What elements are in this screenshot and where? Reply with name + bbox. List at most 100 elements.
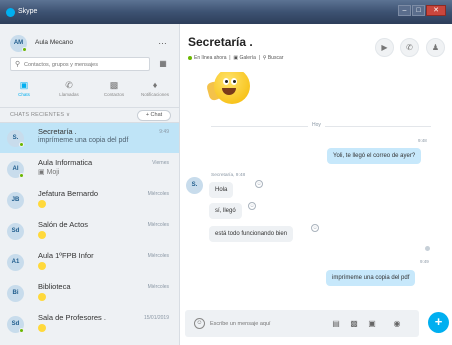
chat-preview <box>38 199 46 208</box>
list-item[interactable]: A1 Aula 1ºFPB Infor Miércoles <box>0 247 179 277</box>
tab-calls-label: Llamadas <box>59 92 79 97</box>
list-item[interactable]: AI Aula Informatica ▣ Moji Viernes <box>0 154 179 184</box>
list-item[interactable]: S. Secretaría . imprímeme una copia del … <box>0 123 179 153</box>
recent-chats-header: CHATS RECIENTES ∨ + Chat <box>0 107 179 123</box>
bell-icon: ♦ <box>152 80 158 90</box>
profile-name[interactable]: Aula Mecano <box>35 39 73 46</box>
recent-chats-filter[interactable]: CHATS RECIENTES ∨ <box>10 112 70 118</box>
maximize-button[interactable]: □ <box>412 5 425 16</box>
search-link[interactable]: Buscar <box>268 55 284 61</box>
conversation-area[interactable]: Hoy 9:48 Yoli, te llegó el correo de aye… <box>181 72 452 304</box>
new-chat-button[interactable]: + Chat <box>137 110 171 121</box>
chat-name: Secretaría . <box>38 127 77 136</box>
chat-time: Miércoles <box>147 284 169 290</box>
list-item[interactable]: Bi Biblioteca Miércoles <box>0 278 179 308</box>
chat-name: Aula Informatica <box>38 158 93 167</box>
more-options-icon[interactable]: … <box>158 36 168 46</box>
emoji-icon <box>38 231 46 239</box>
chat-preview <box>38 323 46 332</box>
chat-bubble-icon: ▣ <box>19 80 29 90</box>
tab-calls[interactable]: ✆ Llamadas <box>49 80 89 100</box>
message-bubble-incoming[interactable]: Hola <box>209 182 234 198</box>
online-status-dot <box>19 328 24 333</box>
image-icon: ▣ <box>38 169 47 176</box>
chat-time: 9:49 <box>159 129 169 135</box>
conversation-status: En línea ahora | ▣ Galería | ⚲ Buscar <box>188 55 283 61</box>
message-timestamp: 9:48 <box>418 138 427 143</box>
eye-right <box>231 78 237 85</box>
chat-preview-text: Moji <box>46 169 60 176</box>
gallery-link[interactable]: Galería <box>240 55 256 61</box>
chat-time: Miércoles <box>147 253 169 259</box>
media-icon[interactable]: ▣ <box>366 318 378 329</box>
message-timestamp: 9:49 <box>420 259 429 264</box>
emoji-icon <box>38 262 46 270</box>
tab-notifications-label: Notificaciones <box>140 92 169 97</box>
chat-time: 15/01/2019 <box>143 315 169 321</box>
message-bubble-incoming[interactable]: sí, llegó <box>209 203 242 219</box>
message-bubble-outgoing[interactable]: Yoli, te llegó el correo de ayer? <box>327 148 422 164</box>
avatar: Sd <box>7 223 24 240</box>
profile-bar[interactable]: AM Aula Mecano … <box>10 35 170 52</box>
list-item[interactable]: Sd Sala de Profesores . 15/01/2019 <box>0 309 179 339</box>
read-receipt-icon <box>425 246 430 251</box>
chat-name: Sala de Profesores . <box>38 313 106 322</box>
tab-contacts[interactable]: ▩ Contactos <box>94 80 134 100</box>
page-title[interactable]: Secretaría . <box>188 35 253 49</box>
search-input[interactable] <box>24 59 148 70</box>
title-bar: Skype – □ ✕ <box>0 0 452 24</box>
gallery-icon: ▣ <box>233 55 239 61</box>
message-composer: ☺ ▤ ▩ ▣ ◉ + <box>181 304 452 345</box>
status-text: En línea ahora <box>194 55 227 61</box>
message-bubble-incoming[interactable]: está todo funcionando bien <box>209 226 294 242</box>
composer-box[interactable]: ☺ ▤ ▩ ▣ ◉ <box>185 310 419 337</box>
add-people-button[interactable]: ♟ <box>426 38 445 57</box>
message-input[interactable] <box>210 318 320 329</box>
phone-icon: ✆ <box>65 80 73 90</box>
video-call-button[interactable]: ▶ <box>375 38 394 57</box>
chat-name: Salón de Actos <box>38 220 89 229</box>
chat-preview: ▣ Moji <box>38 168 59 176</box>
contact-card-icon[interactable]: ▩ <box>348 318 360 329</box>
add-reaction-icon[interactable]: ☺ <box>311 224 319 232</box>
close-window-button[interactable]: ✕ <box>426 5 446 16</box>
chat-time: Miércoles <box>147 191 169 197</box>
tab-chats-label: Chats <box>18 92 30 97</box>
search-icon: ⚲ <box>262 55 267 61</box>
eye-left <box>223 78 229 85</box>
video-camera-icon: ▶ <box>381 43 388 52</box>
chat-preview <box>38 261 46 270</box>
window-title: Skype <box>18 8 38 15</box>
online-status-dot <box>22 47 27 52</box>
avatar: A1 <box>7 254 24 271</box>
add-reaction-icon[interactable]: ☺ <box>248 202 256 210</box>
day-label: Hoy <box>308 122 325 128</box>
skype-logo-icon <box>6 8 15 17</box>
list-item[interactable]: JB Jefatura Bernardo Miércoles <box>0 185 179 215</box>
online-status-dot <box>19 173 24 178</box>
search-box[interactable]: ⚲ <box>10 57 150 71</box>
message-bubble-outgoing[interactable]: imprímeme una copia del pdf <box>326 270 416 286</box>
chat-preview <box>38 230 46 239</box>
avatar[interactable]: S. <box>186 177 203 194</box>
tab-notifications[interactable]: ♦ Notificaciones <box>135 80 175 100</box>
emoji-picker-button[interactable]: ☺ <box>194 318 205 329</box>
audio-call-button[interactable]: ✆ <box>400 38 419 57</box>
chat-time: Miércoles <box>147 222 169 228</box>
online-status-dot <box>19 142 24 147</box>
sidebar: AM Aula Mecano … ⚲ ▦ ▣ Chats ✆ Llamadas … <box>0 24 180 345</box>
dialpad-icon[interactable]: ▦ <box>155 57 171 71</box>
chat-name: Aula 1ºFPB Infor <box>38 251 94 260</box>
emoji-icon <box>38 200 46 208</box>
attach-file-icon[interactable]: ▤ <box>330 318 342 329</box>
location-pin-icon[interactable]: ◉ <box>391 318 403 329</box>
waving-emoji-sticker <box>205 72 252 106</box>
add-reaction-icon[interactable]: ☺ <box>255 180 263 188</box>
tab-chats[interactable]: ▣ Chats <box>4 80 44 100</box>
list-item[interactable]: Sd Salón de Actos Miércoles <box>0 216 179 246</box>
chat-name: Biblioteca <box>38 282 71 291</box>
sender-line: Secretaría, 9:48 <box>211 173 246 178</box>
more-actions-plus-button[interactable]: + <box>428 312 449 333</box>
contacts-icon: ▩ <box>109 80 119 90</box>
minimize-button[interactable]: – <box>398 5 411 16</box>
